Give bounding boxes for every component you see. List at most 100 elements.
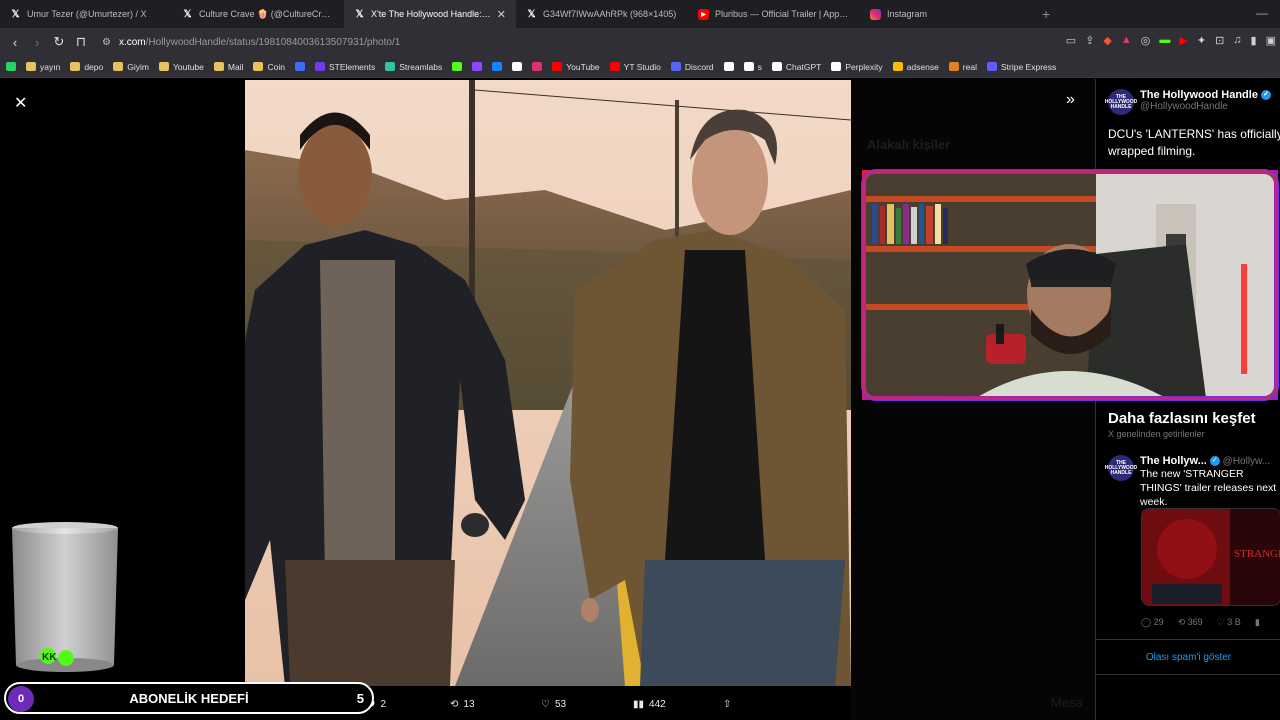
post-text: DCU's 'LANTERNS' has officially wrapped … xyxy=(1108,127,1280,158)
whatsapp-icon xyxy=(6,62,16,71)
back-icon[interactable]: ‹ xyxy=(4,35,26,50)
bookmark-item[interactable] xyxy=(6,62,16,71)
collapse-sidebar-icon[interactable]: » xyxy=(1066,91,1075,109)
views-icon[interactable]: ▮ xyxy=(1255,617,1260,628)
bookmark-item[interactable]: real xyxy=(948,62,977,72)
close-viewer-icon[interactable]: ✕ xyxy=(14,93,27,113)
explore-post[interactable]: THE HOLLYWOOD HANDLE The Hollyw... ✓ @Ho… xyxy=(1105,455,1280,509)
bookmark-item[interactable] xyxy=(492,62,503,71)
glass-letters: KK xyxy=(42,652,57,663)
bookmark-item[interactable] xyxy=(452,62,463,71)
views-button[interactable]: ▮▮ 442 xyxy=(633,699,666,710)
bookmark-label: YT Studio xyxy=(623,61,661,72)
bookmark-item[interactable] xyxy=(294,62,305,71)
bookmark-item[interactable]: STElements xyxy=(314,61,376,72)
close-tab-icon[interactable]: ✕ xyxy=(497,8,506,21)
bookmark-item[interactable]: adsense xyxy=(892,61,939,72)
brave-shield-icon[interactable]: ◆ xyxy=(1103,34,1111,47)
extension-icon[interactable]: ◎ xyxy=(1141,34,1151,47)
bookmark-item[interactable]: depo xyxy=(70,62,103,72)
author-name-row[interactable]: The Hollywood Handle ✓ xyxy=(1140,89,1272,101)
bookmark-label: s xyxy=(757,61,762,72)
bookmark-label: Youtube xyxy=(172,61,204,72)
media-icon[interactable]: ♫ xyxy=(1233,34,1241,47)
instagram-icon xyxy=(870,8,881,20)
goal-title: ABONELİK HEDEFİ xyxy=(129,691,249,706)
bookmark-item[interactable]: Youtube xyxy=(158,61,204,72)
bookmark-item[interactable] xyxy=(532,62,543,71)
bookmark-item[interactable]: Coin xyxy=(253,62,285,72)
extension-icon[interactable]: ⊡ xyxy=(1215,34,1224,47)
sidebar-icon[interactable]: ▮ xyxy=(1251,34,1257,47)
bookmark-label: Perplexity xyxy=(845,61,883,72)
site-settings-icon[interactable]: ⚙ xyxy=(102,37,111,48)
reply-button[interactable]: ◯ 29 xyxy=(1141,617,1164,628)
bookmark-item[interactable]: s xyxy=(743,61,762,72)
views-icon: ▮▮ xyxy=(633,698,645,710)
r-icon xyxy=(294,62,305,71)
bookmark-item[interactable] xyxy=(512,62,523,71)
bookmark-label: STElements xyxy=(328,61,376,72)
reload-icon[interactable]: ↻ xyxy=(48,34,70,50)
bookmark-label: adsense xyxy=(906,61,939,72)
reply-icon: ◯ xyxy=(1141,617,1152,627)
thumbnail-image: STRANGER THINGS xyxy=(1142,509,1280,605)
extensions-icon[interactable]: ✦ xyxy=(1197,34,1206,47)
bookmark-item[interactable]: ChatGPT xyxy=(771,62,821,72)
bookmark-icon[interactable]: ⊓ xyxy=(70,34,92,50)
author-name[interactable]: The Hollyw... xyxy=(1140,455,1207,467)
bookmark-item[interactable]: YT Studio xyxy=(609,61,661,72)
cast-icon[interactable]: ▭ xyxy=(1066,34,1076,47)
browser-tab[interactable]: 𝕏 Culture Crave 🍿 (@CultureCrave) / xyxy=(172,0,344,28)
bookmark-item[interactable] xyxy=(723,62,734,71)
url-field[interactable]: ⚙ x.com/HollywoodHandle/status/198108400… xyxy=(102,37,400,48)
folder-icon xyxy=(253,62,264,71)
avatar[interactable]: THE HOLLYWOOD HANDLE xyxy=(1105,89,1137,115)
minimize-icon[interactable]: — xyxy=(1256,6,1268,20)
extension-icon[interactable]: ▬ xyxy=(1159,34,1170,47)
bookmark-item[interactable]: Giyim xyxy=(113,62,149,72)
bookmark-item[interactable]: YouTube xyxy=(552,62,600,72)
avatar-text: THE HOLLYWOOD HANDLE xyxy=(1104,93,1138,110)
browser-tab[interactable]: 𝕏 Umur Tezer (@Umurtezer) / X xyxy=(0,0,172,28)
post-photo[interactable] xyxy=(245,80,851,686)
share-button[interactable]: ⇧ xyxy=(723,699,731,710)
repost-button[interactable]: ⟲ 13 xyxy=(450,699,475,710)
like-button[interactable]: ♡ 3 B xyxy=(1217,617,1241,628)
repost-count: 369 xyxy=(1187,617,1203,627)
avatar[interactable]: THE HOLLYWOOD HANDLE xyxy=(1105,455,1137,481)
tiktok-icon xyxy=(743,62,754,71)
show-spam-link[interactable]: Olası spam'i göster xyxy=(1096,639,1280,675)
explore-heading: Daha fazlasını keşfet xyxy=(1108,410,1256,427)
browser-tab[interactable]: 𝕏 G34Wf7IWwAAhRPk (968×1405) xyxy=(516,0,688,28)
bookmark-item[interactable]: Stripe Express xyxy=(986,62,1056,72)
address-bar: ‹ › ↻ ⊓ ⚙ x.com/HollywoodHandle/status/1… xyxy=(0,28,1280,56)
author-handle[interactable]: @Hollyw... xyxy=(1223,456,1270,467)
bookmark-item[interactable]: Perplexity xyxy=(831,61,883,72)
like-button[interactable]: ♡ 53 xyxy=(541,699,566,710)
bluesky-icon xyxy=(492,62,503,71)
bookmark-item[interactable] xyxy=(472,62,483,71)
explore-post-media[interactable]: STRANGER THINGS xyxy=(1141,508,1280,606)
author-handle[interactable]: @HollywoodHandle xyxy=(1140,101,1271,112)
bookmark-item[interactable]: yayın xyxy=(26,62,60,72)
forward-icon[interactable]: › xyxy=(26,35,48,50)
browser-tab-active[interactable]: 𝕏 X'te The Hollywood Handle: "DC ✕ xyxy=(344,0,516,28)
browser-tab[interactable]: Instagram xyxy=(860,0,1032,28)
instagram-icon xyxy=(532,62,543,71)
repost-button[interactable]: ⟲ 369 xyxy=(1178,617,1203,628)
bookmark-label: Mail xyxy=(227,61,244,72)
bookmark-item[interactable]: Streamlabs xyxy=(385,62,442,72)
bookmark-item[interactable]: Mail xyxy=(213,61,244,72)
tab-title: Culture Crave 🍿 (@CultureCrave) / xyxy=(199,8,334,19)
share-icon[interactable]: ⇪ xyxy=(1085,34,1094,47)
browser-tab[interactable]: ▶ Pluribus — Official Trailer | Apple TV xyxy=(688,0,860,28)
brave-rewards-icon[interactable]: ▲ xyxy=(1121,34,1132,47)
x-icon: 𝕏 xyxy=(183,8,192,20)
tab-title: G34Wf7IWwAAhRPk (968×1405) xyxy=(543,9,677,19)
youtube-extension-icon[interactable]: ▶ xyxy=(1179,34,1187,47)
bookmark-item[interactable]: Discord xyxy=(670,62,714,72)
new-tab-button[interactable]: + xyxy=(1032,6,1060,22)
wallet-icon[interactable]: ▣ xyxy=(1266,34,1276,47)
yt-studio-icon xyxy=(609,62,620,71)
